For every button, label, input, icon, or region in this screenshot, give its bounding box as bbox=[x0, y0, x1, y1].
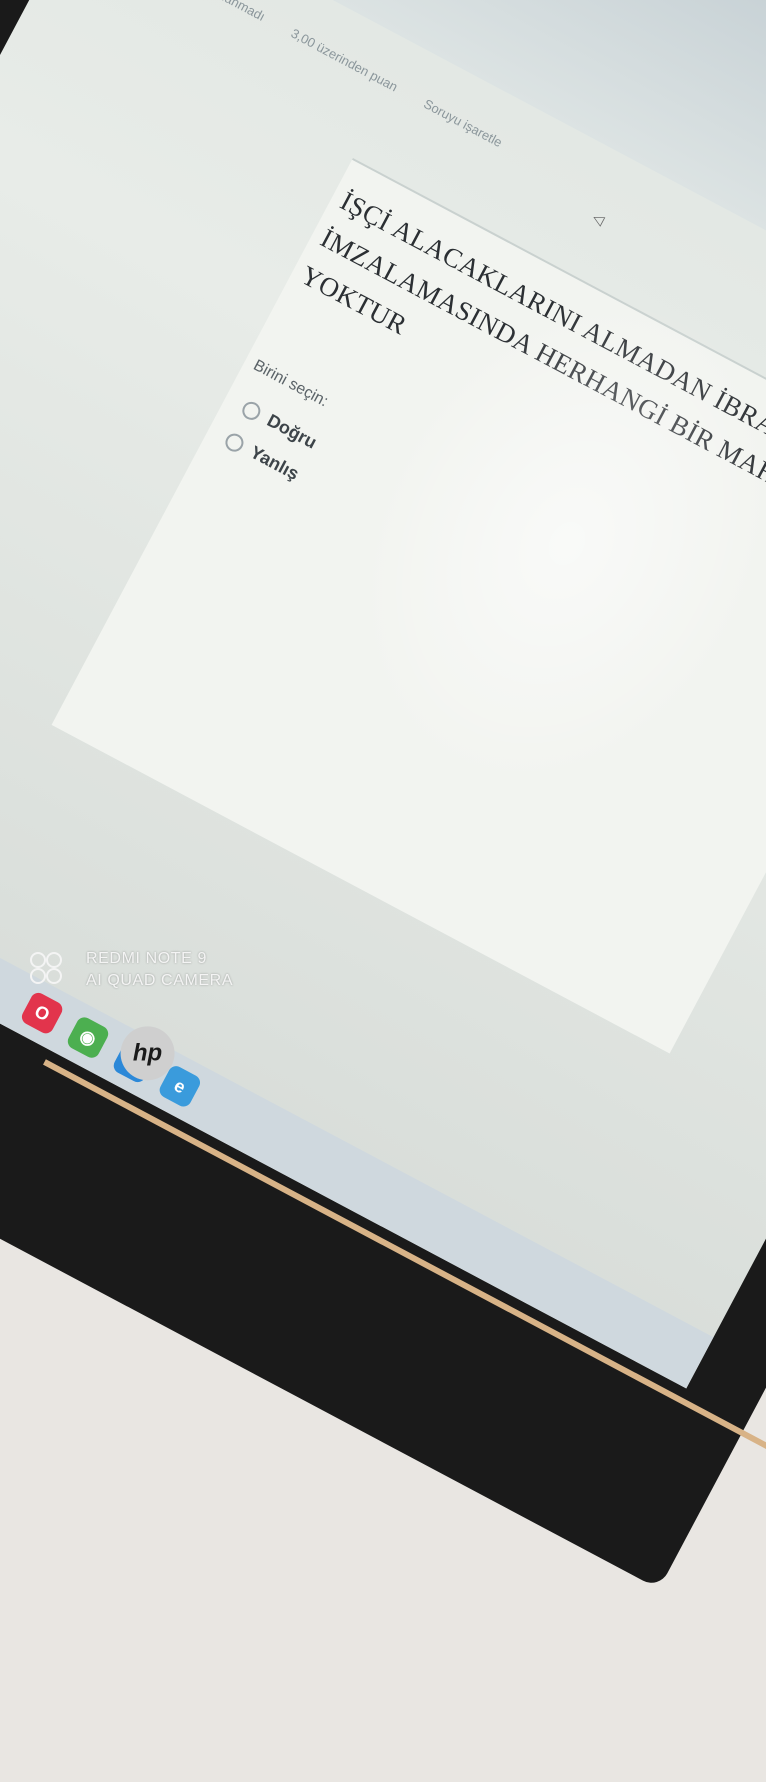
camera-watermark: REDMI NOTE 9 AI QUAD CAMERA bbox=[30, 948, 234, 992]
camera-logo-icon bbox=[30, 952, 64, 988]
question-number: u 21 bbox=[89, 0, 181, 9]
chrome-icon[interactable]: ◉ bbox=[65, 1014, 112, 1061]
hp-logo-icon: hp bbox=[120, 1026, 175, 1081]
opera-icon[interactable]: O bbox=[19, 990, 66, 1037]
watermark-line-1: REDMI NOTE 9 bbox=[86, 950, 207, 967]
laptop-screen: ◁ u 21 Henüz yanıtlanmadı 3,00 üzerinden… bbox=[0, 0, 766, 1389]
watermark-line-2: AI QUAD CAMERA bbox=[86, 972, 234, 989]
mouse-cursor-icon: ◁ bbox=[590, 208, 608, 229]
answer-status: Henüz yanıtlanmadı bbox=[159, 0, 268, 24]
laptop: ◁ u 21 Henüz yanıtlanmadı 3,00 üzerinden… bbox=[0, 0, 766, 1628]
question-points: 3,00 üzerinden puan bbox=[288, 25, 401, 95]
flag-question-link[interactable]: Soruyu işaretle bbox=[421, 96, 505, 150]
